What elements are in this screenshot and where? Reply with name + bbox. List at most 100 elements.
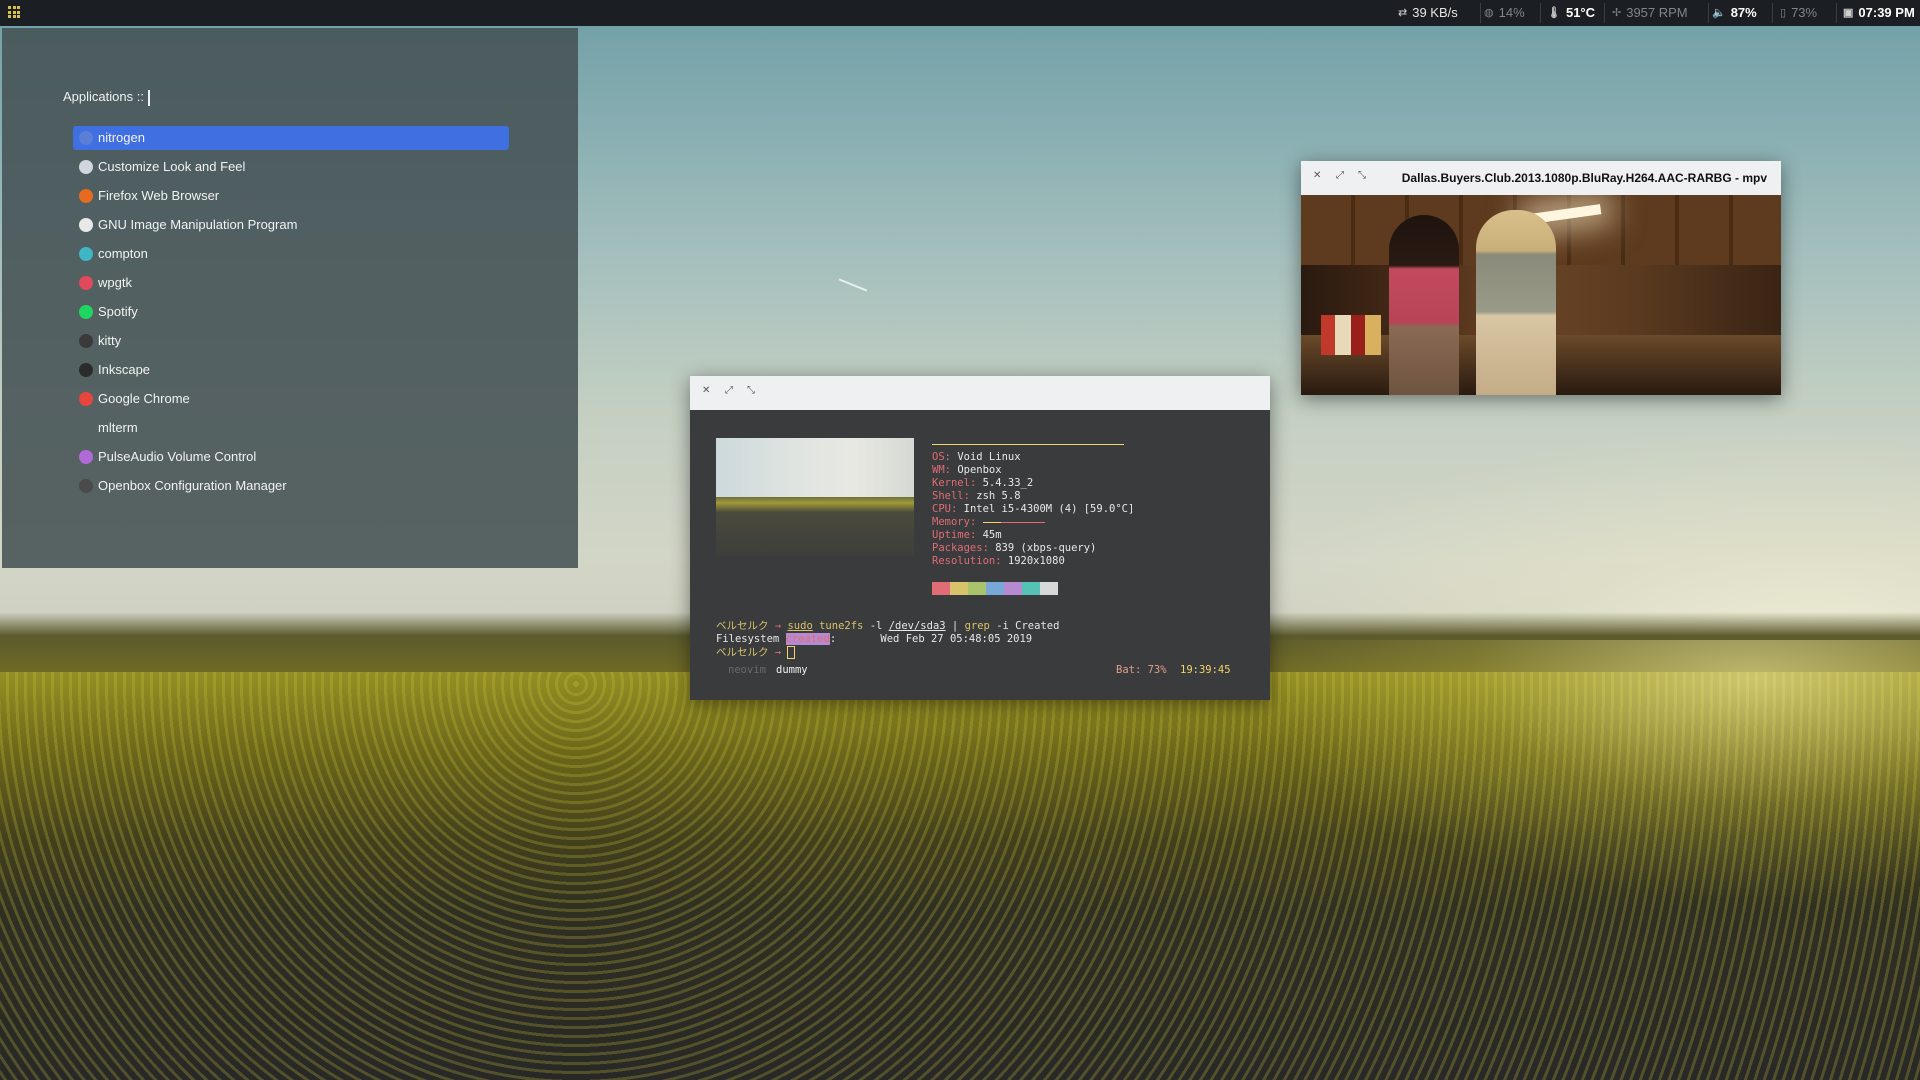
divider — [1826, 3, 1837, 23]
palette-swatch — [986, 582, 1004, 595]
inkscape-icon — [79, 363, 93, 377]
neofetch-value: 839 (xbps-query) — [995, 542, 1097, 554]
neofetch-key: Uptime — [932, 529, 970, 541]
battery-icon: ▯ — [1780, 7, 1787, 19]
launcher-item[interactable]: Customize Look and Feel — [73, 155, 509, 179]
cpu-temperature-value: 51°C — [1565, 5, 1596, 20]
video-frame[interactable] — [1301, 195, 1781, 395]
cpu-usage: ◍ 14% — [1484, 0, 1525, 26]
neofetch-row: Resolution: 1920x1080 — [932, 555, 1065, 567]
launcher-item[interactable]: Firefox Web Browser — [73, 184, 509, 208]
video-person-right — [1476, 210, 1556, 395]
maximize-icon[interactable]: ⤢ — [725, 385, 733, 396]
launcher-item[interactable]: mlterm — [73, 416, 509, 440]
neofetch-row: WM: Openbox — [932, 464, 1002, 476]
launcher-item[interactable]: Google Chrome — [73, 387, 509, 411]
cpu-icon: ◍ — [1484, 7, 1494, 19]
apps-grid-icon[interactable] — [8, 6, 20, 18]
neofetch-value: 1920x1080 — [1007, 555, 1065, 567]
launcher-item[interactable]: PulseAudio Volume Control — [73, 445, 509, 469]
launcher-item-label: kitty — [98, 333, 122, 348]
palette-swatch — [950, 582, 968, 595]
divider — [1530, 3, 1541, 23]
nitrogen-icon — [79, 131, 93, 145]
launcher-prompt[interactable]: Applications :: — [63, 89, 150, 106]
neofetch-row: CPU: Intel i5-4300M (4) [59.0°C] — [932, 503, 1135, 515]
neofetch-row: Uptime: 45m — [932, 529, 1002, 541]
mpv-window[interactable]: ✕ ⤢ ⤡ Dallas.Buyers.Club.2013.1080p.BluR… — [1301, 161, 1781, 395]
launcher-item-label: PulseAudio Volume Control — [98, 449, 257, 464]
neofetch-row: Shell: zsh 5.8 — [932, 490, 1021, 502]
neofetch-value: Intel i5-4300M (4) [59.0°C] — [963, 503, 1135, 515]
gimp-icon — [79, 218, 93, 232]
statusline-time: 19:39:45 — [1180, 664, 1231, 676]
divider — [1470, 3, 1481, 23]
launcher-item[interactable]: GNU Image Manipulation Program — [73, 213, 509, 237]
shell-command-line: ベルセルク → sudo tune2fs -l /dev/sda3 | grep… — [716, 620, 1060, 632]
neofetch-key: Memory — [932, 516, 970, 528]
text-cursor — [147, 89, 150, 106]
neofetch-key: Packages — [932, 542, 983, 554]
launcher-item[interactable]: Openbox Configuration Manager — [73, 474, 509, 498]
launcher-item-label: Spotify — [98, 304, 138, 319]
palette-swatch — [1022, 582, 1040, 595]
neofetch-value: 45m — [982, 529, 1002, 541]
transfer-icon: ⇄ — [1398, 7, 1408, 19]
network-speed-value: 39 KB/s — [1412, 5, 1458, 20]
terminal-window[interactable]: ✕ ⤢ ⤡ OS: Void Linux WM: Openbox Kernel: 5… — [690, 376, 1270, 700]
launcher-item[interactable]: nitrogen — [73, 126, 509, 150]
neofetch-key: CPU — [932, 503, 951, 515]
compton-icon — [79, 247, 93, 261]
chrome-icon — [79, 392, 93, 406]
clock[interactable]: ▣ 07:39 PM — [1843, 0, 1915, 26]
statusline-battery: Bat: 73% — [1116, 664, 1167, 676]
launcher-item[interactable]: Inkscape — [73, 358, 509, 382]
launcher-item-label: GNU Image Manipulation Program — [98, 217, 298, 232]
launcher-item[interactable]: Spotify — [73, 300, 509, 324]
volume-value: 87% — [1730, 5, 1757, 20]
volume[interactable]: 🔈 87% — [1712, 0, 1757, 26]
neofetch-key: WM — [932, 464, 945, 476]
firefox-icon — [79, 189, 93, 203]
neofetch-row: Packages: 839 (xbps-query) — [932, 542, 1097, 554]
neofetch-value: Void Linux — [957, 451, 1021, 463]
divider — [1698, 3, 1709, 23]
launcher-item-label: Customize Look and Feel — [98, 159, 246, 174]
neofetch-key: Resolution — [932, 555, 996, 567]
launcher-prompt-label: Applications :: — [63, 89, 144, 104]
launcher-item-label: mlterm — [98, 420, 138, 435]
neofetch-row: Memory: — [932, 516, 1134, 529]
neofetch-row: Kernel: 5.4.33_2 — [932, 477, 1034, 489]
fan-speed: ✢ 3957 RPM — [1612, 0, 1688, 26]
divider — [1762, 3, 1773, 23]
maximize-icon[interactable]: ⤢ — [1336, 170, 1344, 181]
spotify-icon — [79, 305, 93, 319]
network-speed: ⇄ 39 KB/s — [1398, 0, 1458, 26]
neofetch-value: 5.4.33_2 — [982, 477, 1034, 489]
statusline-mode: neovim — [728, 664, 766, 676]
pulseaudio-icon — [79, 450, 93, 464]
palette-swatch — [1040, 582, 1058, 595]
shell-history: ベルセルク → sudo tune2fs -l /dev/sda3 | grep… — [716, 620, 1059, 659]
launcher-item[interactable]: compton — [73, 242, 509, 266]
launcher-item[interactable]: kitty — [73, 329, 509, 353]
minimize-icon[interactable]: ⤡ — [747, 385, 755, 396]
launcher-app-list: nitrogen Customize Look and Feel Firefox W… — [73, 126, 509, 503]
close-icon[interactable]: ✕ — [1313, 170, 1321, 181]
speaker-icon: 🔈 — [1712, 7, 1726, 19]
launcher-item-label: Firefox Web Browser — [98, 188, 220, 203]
minimize-icon[interactable]: ⤡ — [1358, 170, 1366, 181]
application-launcher: Applications :: nitrogenCustomize Look a… — [2, 28, 578, 568]
statusline-file: dummy — [776, 664, 808, 676]
terminal-content[interactable]: OS: Void Linux WM: Openbox Kernel: 5.4.33_… — [690, 410, 1270, 700]
shell-prompt-line[interactable]: ベルセルク → — [716, 646, 1059, 659]
launcher-item-label: Openbox Configuration Manager — [98, 478, 287, 493]
cpu-temperature: 🌡 51°C — [1547, 0, 1595, 26]
thermometer-icon: 🌡 — [1547, 7, 1561, 19]
terminal-titlebar[interactable]: ✕ ⤢ ⤡ — [690, 376, 1270, 410]
wallpaper-field-shine — [1250, 640, 1920, 900]
launcher-item[interactable]: wpgtk — [73, 271, 509, 295]
openbox-icon — [79, 479, 93, 493]
palette-swatch — [1004, 582, 1022, 595]
close-icon[interactable]: ✕ — [702, 385, 710, 396]
